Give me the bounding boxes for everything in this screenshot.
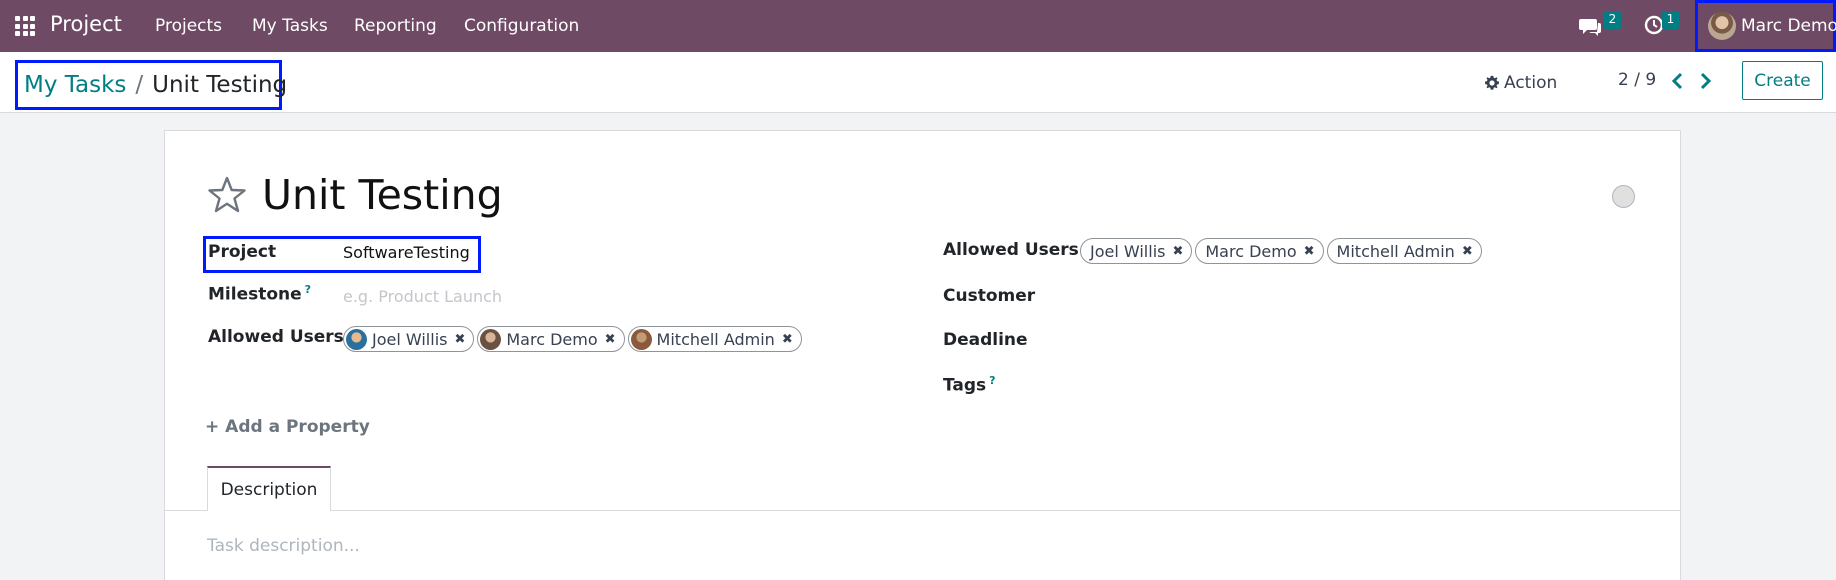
remove-tag-icon[interactable]: ✖ xyxy=(454,332,465,347)
app-brand[interactable]: Project xyxy=(50,12,122,36)
user-tag-marc-demo: Marc Demo ✖ xyxy=(1195,238,1324,264)
milestone-label: Milestone? xyxy=(208,283,311,305)
allowed-users-field-left[interactable]: Joel Willis ✖ Marc Demo ✖ Mitchell Admin… xyxy=(343,326,805,352)
gear-icon xyxy=(1485,75,1499,90)
task-description-field[interactable]: Task description... xyxy=(207,536,360,556)
avatar xyxy=(480,328,502,350)
user-name: Marc Demo xyxy=(1741,16,1836,36)
star-icon[interactable] xyxy=(207,175,247,215)
allowed-users-field-right[interactable]: Joel Willis ✖ Marc Demo ✖ Mitchell Admin… xyxy=(1080,238,1485,264)
milestone-label-text: Milestone xyxy=(208,284,302,305)
allowed-users-label-left: Allowed Users xyxy=(208,327,344,347)
activities-count-badge: 1 xyxy=(1662,11,1679,29)
menu-configuration[interactable]: Configuration xyxy=(464,0,579,52)
user-tag-mitchell-admin: Mitchell Admin ✖ xyxy=(1326,238,1482,264)
user-tag-joel-willis: Joel Willis ✖ xyxy=(343,326,475,352)
user-tag-joel-willis: Joel Willis ✖ xyxy=(1080,238,1193,264)
tags-label: Tags? xyxy=(943,374,996,396)
customer-label: Customer xyxy=(943,286,1036,306)
avatar xyxy=(630,328,652,350)
remove-tag-icon[interactable]: ✖ xyxy=(782,332,793,347)
tag-label: Marc Demo xyxy=(506,329,598,349)
action-button[interactable]: Action xyxy=(1484,69,1557,97)
breadcrumb-separator: / xyxy=(135,72,144,98)
tag-label: Joel Willis xyxy=(372,329,448,349)
menu-reporting[interactable]: Reporting xyxy=(354,0,437,52)
action-label: Action xyxy=(1504,73,1558,93)
chevron-left-icon[interactable] xyxy=(1669,69,1687,93)
tabs-divider xyxy=(165,510,1680,511)
top-navbar: Project Projects My Tasks Reporting Conf… xyxy=(0,0,1836,52)
tag-label: Mitchell Admin xyxy=(1336,241,1455,261)
add-property-label: Add a Property xyxy=(225,417,370,437)
task-title[interactable]: Unit Testing xyxy=(262,171,503,219)
messages-icon[interactable] xyxy=(1579,16,1603,38)
breadcrumb-current: Unit Testing xyxy=(152,72,288,98)
tag-label: Joel Willis xyxy=(1090,241,1166,261)
tags-help-icon[interactable]: ? xyxy=(989,374,995,387)
form-sheet: Unit Testing Project SoftwareTesting Mil… xyxy=(164,130,1681,580)
milestone-help-icon[interactable]: ? xyxy=(305,283,311,296)
tag-label: Marc Demo xyxy=(1205,241,1297,261)
project-field[interactable]: SoftwareTesting xyxy=(343,243,470,262)
plus-icon: + xyxy=(205,417,220,437)
breadcrumb-my-tasks-link[interactable]: My Tasks xyxy=(24,72,126,98)
breadcrumb: My Tasks / Unit Testing xyxy=(15,60,287,110)
user-avatar xyxy=(1708,12,1736,40)
milestone-field[interactable]: e.g. Product Launch xyxy=(343,287,502,306)
chevron-right-icon[interactable] xyxy=(1696,69,1714,93)
menu-my-tasks[interactable]: My Tasks xyxy=(252,0,328,52)
pager-value[interactable]: 2 / 9 xyxy=(1618,70,1656,90)
create-button[interactable]: Create xyxy=(1742,61,1823,100)
tag-label: Mitchell Admin xyxy=(656,329,775,349)
remove-tag-icon[interactable]: ✖ xyxy=(1304,244,1315,259)
menu-projects[interactable]: Projects xyxy=(155,0,222,52)
task-state-indicator[interactable] xyxy=(1612,185,1635,208)
user-tag-marc-demo: Marc Demo ✖ xyxy=(477,326,625,352)
remove-tag-icon[interactable]: ✖ xyxy=(1172,244,1183,259)
messages-count-badge: 2 xyxy=(1604,11,1621,29)
remove-tag-icon[interactable]: ✖ xyxy=(605,332,616,347)
control-panel: My Tasks / Unit Testing Action 2 / 9 Cre… xyxy=(0,52,1836,113)
remove-tag-icon[interactable]: ✖ xyxy=(1462,244,1473,259)
tab-description[interactable]: Description xyxy=(207,466,331,511)
add-property-button[interactable]: + Add a Property xyxy=(205,417,370,437)
activities-clock-icon[interactable] xyxy=(1644,15,1664,35)
project-label: Project xyxy=(208,242,277,262)
deadline-label: Deadline xyxy=(943,330,1028,350)
avatar xyxy=(346,328,367,350)
user-menu[interactable]: Marc Demo xyxy=(1695,0,1836,52)
apps-grid-icon[interactable] xyxy=(15,16,35,36)
user-tag-mitchell-admin: Mitchell Admin ✖ xyxy=(627,326,802,352)
tags-label-text: Tags xyxy=(943,375,987,396)
allowed-users-label-right: Allowed Users xyxy=(943,240,1079,260)
